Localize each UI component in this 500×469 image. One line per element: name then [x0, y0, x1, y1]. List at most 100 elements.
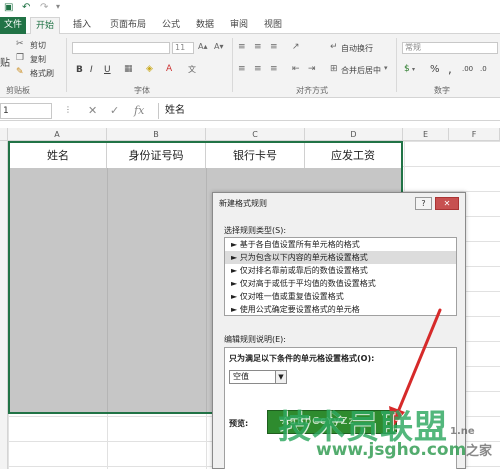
italic-button[interactable]: I	[90, 65, 93, 75]
cut-button[interactable]: 剪切	[30, 40, 46, 51]
merge-dropdown-icon[interactable]: ▾	[384, 64, 388, 72]
undo-icon[interactable]: ↶	[22, 2, 30, 13]
currency-dropdown-icon[interactable]: ▾	[412, 66, 415, 73]
ribbon: 贴 ✂ 剪切 ❐ 复制 ✎ 格式刷 剪贴板 11 A▴ A▾ B I U ▦ ◈…	[0, 34, 500, 98]
alignment-group-label: 对齐方式	[296, 86, 328, 95]
border-icon[interactable]: ▦	[124, 64, 133, 74]
wrap-text-icon: ↵	[330, 42, 338, 52]
clipboard-group-label: 剪贴板	[6, 86, 30, 95]
increase-font-icon[interactable]: A▴	[198, 42, 208, 51]
align-bottom-icon[interactable]: ≡	[270, 42, 278, 52]
formula-input[interactable]: 姓名	[158, 103, 500, 119]
rule-type-list[interactable]: ► 基于各自值设置所有单元格的格式 ► 只为包含以下内容的单元格设置格式 ► 仅…	[224, 237, 457, 316]
cancel-icon[interactable]: ✕	[88, 104, 97, 117]
copy-icon: ❐	[16, 53, 25, 63]
decrease-decimal-button[interactable]: .0	[480, 65, 487, 73]
condition-dropdown[interactable]: 空值 ▼	[229, 370, 287, 384]
percent-button[interactable]: %	[430, 64, 440, 75]
ribbon-tabs: 文件 开始 插入 页面布局 公式 数据 审阅 视图	[0, 17, 500, 35]
align-right-icon[interactable]: ≡	[270, 64, 278, 74]
align-left-icon[interactable]: ≡	[238, 64, 246, 74]
tab-formulas[interactable]: 公式	[158, 17, 184, 34]
chevron-down-icon[interactable]: ▼	[275, 371, 286, 383]
redo-icon[interactable]: ↷	[40, 2, 48, 13]
decrease-indent-icon[interactable]: ⇤	[292, 64, 300, 74]
increase-decimal-button[interactable]: .00	[462, 65, 473, 73]
name-box[interactable]: 1	[0, 103, 52, 119]
close-button[interactable]: ✕	[435, 197, 459, 210]
font-group-label: 字体	[134, 86, 150, 95]
font-size-dropdown[interactable]: 11	[172, 42, 194, 54]
preview-label: 预览:	[229, 419, 249, 428]
tab-data[interactable]: 数据	[192, 17, 218, 34]
align-top-icon[interactable]: ≡	[238, 42, 246, 52]
cut-icon: ✂	[16, 39, 24, 49]
column-divider	[206, 168, 207, 412]
column-header-b[interactable]: B	[107, 128, 206, 141]
fill-color-icon[interactable]: ◈	[146, 64, 153, 74]
cell-a1[interactable]: 姓名	[10, 143, 107, 168]
merge-center-button[interactable]: 合并后居中	[341, 65, 381, 76]
tab-home[interactable]: 开始	[30, 17, 60, 35]
rule-item[interactable]: ► 基于各自值设置所有单元格的格式	[225, 238, 456, 251]
tab-insert[interactable]: 插入	[68, 17, 96, 34]
merge-center-icon: ⊞	[330, 64, 338, 74]
watermark-small: 1.ne	[450, 426, 475, 437]
rule-item[interactable]: ► 仅对排名靠前或靠后的数值设置格式	[225, 264, 456, 277]
comma-button[interactable]: ,	[448, 62, 452, 76]
format-painter-icon: ✎	[16, 67, 24, 77]
column-header-e[interactable]: E	[403, 128, 449, 141]
enter-icon[interactable]: ✓	[110, 104, 119, 117]
paste-button[interactable]: 贴	[0, 54, 10, 69]
format-condition-label: 只为满足以下条件的单元格设置格式(O):	[229, 354, 375, 363]
select-all-corner[interactable]	[0, 128, 8, 141]
copy-button[interactable]: 复制	[30, 54, 46, 65]
formula-bar-more-icon: ⋮	[64, 105, 72, 114]
help-button[interactable]: ?	[415, 197, 432, 210]
decrease-font-icon[interactable]: A▾	[214, 42, 224, 51]
increase-indent-icon[interactable]: ⇥	[308, 64, 316, 74]
orientation-icon[interactable]: ↗	[292, 42, 300, 52]
rule-item[interactable]: ► 仅对高于或低于平均值的数值设置格式	[225, 277, 456, 290]
font-name-dropdown[interactable]	[72, 42, 170, 54]
number-group-label: 数字	[434, 86, 450, 95]
column-header-f[interactable]: F	[449, 128, 500, 141]
rule-item[interactable]: ► 使用公式确定要设置格式的单元格	[225, 303, 456, 316]
group-separator	[396, 38, 397, 92]
align-center-icon[interactable]: ≡	[254, 64, 262, 74]
formula-bar: 1 ⋮ ✕ ✓ fx 姓名	[0, 101, 500, 121]
underline-button[interactable]: U	[104, 65, 111, 75]
tab-review[interactable]: 审阅	[226, 17, 252, 34]
bold-button[interactable]: B	[76, 65, 83, 75]
cell-c1[interactable]: 银行卡号	[206, 143, 305, 168]
edit-description-label: 编辑规则说明(E):	[224, 335, 286, 344]
customize-qat-icon[interactable]: ▾	[56, 2, 60, 11]
cell-b1[interactable]: 身份证号码	[107, 143, 206, 168]
align-middle-icon[interactable]: ≡	[254, 42, 262, 52]
format-painter-button[interactable]: 格式刷	[30, 68, 54, 79]
column-header-d[interactable]: D	[305, 128, 403, 141]
phonetic-icon[interactable]: 文	[188, 64, 196, 75]
insert-function-icon[interactable]: fx	[134, 104, 144, 117]
rule-item[interactable]: ► 仅对唯一值或重复值设置格式	[225, 290, 456, 303]
rule-type-label: 选择规则类型(S):	[224, 226, 287, 235]
currency-icon[interactable]: $	[404, 64, 410, 74]
watermark-url: www.jsgho.com	[316, 440, 467, 460]
wrap-text-button[interactable]: 自动换行	[341, 43, 373, 54]
group-separator	[66, 38, 67, 92]
tab-page-layout[interactable]: 页面布局	[104, 17, 152, 34]
condition-value: 空值	[233, 372, 249, 381]
number-format-dropdown[interactable]: 常规	[402, 42, 498, 54]
column-divider	[107, 168, 108, 412]
tab-view[interactable]: 视图	[260, 17, 286, 34]
column-header-c[interactable]: C	[206, 128, 305, 141]
quick-access-toolbar: ▣ ↶ ↷ ▾	[0, 0, 500, 17]
group-separator	[232, 38, 233, 92]
tab-file[interactable]: 文件	[0, 17, 26, 34]
row-headers[interactable]	[0, 141, 8, 469]
font-color-icon[interactable]: A	[166, 64, 172, 74]
save-icon[interactable]: ▣	[4, 2, 13, 13]
rule-item-selected[interactable]: ► 只为包含以下内容的单元格设置格式	[225, 251, 456, 264]
cell-d1[interactable]: 应发工资	[305, 143, 401, 168]
column-header-a[interactable]: A	[8, 128, 107, 141]
